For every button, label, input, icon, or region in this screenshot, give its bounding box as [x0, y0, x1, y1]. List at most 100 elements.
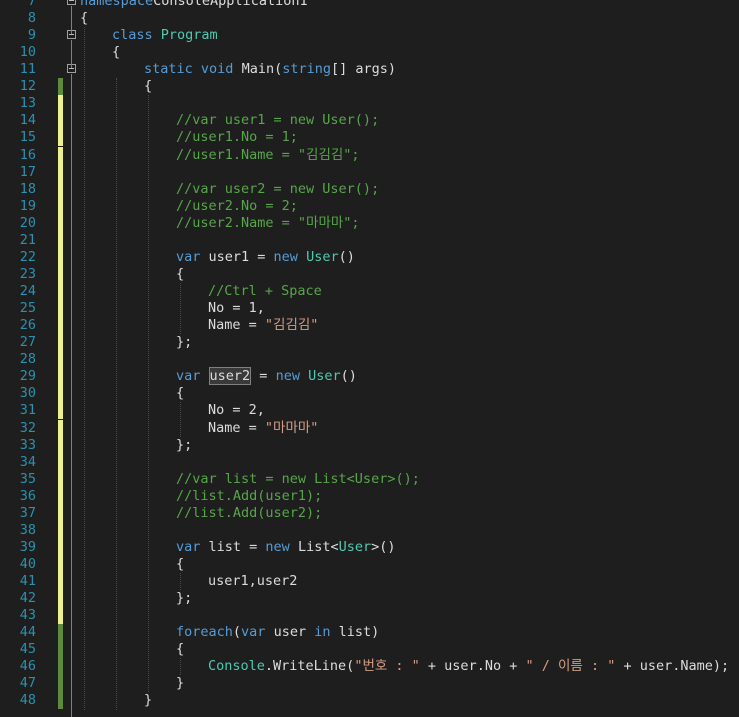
- code-line[interactable]: 45 {: [0, 641, 739, 659]
- code-text: //list.Add(user2);: [176, 505, 322, 522]
- code-text: static void Main(string[] args): [144, 61, 396, 78]
- code-line[interactable]: 32 Name = "마마마": [0, 419, 739, 437]
- unsaved-change-marker: [58, 283, 63, 301]
- unsaved-change-marker: [58, 317, 63, 335]
- code-line[interactable]: 27};: [0, 334, 739, 352]
- code-token: "김김김": [264, 317, 319, 334]
- code-token: new: [273, 248, 298, 265]
- code-token: void: [200, 61, 234, 78]
- code-text: var user2 = new User(): [176, 367, 357, 386]
- code-text: //user1.No = 1;: [176, 129, 298, 146]
- code-line[interactable]: 14 //var user1 = new User();: [0, 112, 739, 130]
- code-line[interactable]: 41 user1,user2: [0, 573, 739, 591]
- code-line[interactable]: 47}: [0, 675, 739, 693]
- code-line[interactable]: 40 {: [0, 555, 739, 573]
- unsaved-change-marker: [58, 351, 63, 369]
- code-line[interactable]: 29 var user2 = new User(): [0, 367, 739, 386]
- line-number: 38: [19, 521, 36, 538]
- code-line[interactable]: 7 namespaceConsoleApplication1: [0, 0, 739, 10]
- code-line[interactable]: 48}: [0, 692, 739, 710]
- saved-change-marker: [58, 692, 63, 710]
- code-line[interactable]: 31 No = 2,: [0, 402, 739, 420]
- line-number: 7: [27, 0, 36, 9]
- unsaved-change-marker: [58, 300, 63, 318]
- unsaved-change-marker: [58, 231, 63, 249]
- code-line[interactable]: 15 //user1.No = 1;: [0, 129, 739, 147]
- line-number: 19: [19, 197, 36, 214]
- unsaved-change-marker: [58, 180, 63, 198]
- indent-guide: [180, 658, 181, 676]
- code-line[interactable]: 43: [0, 607, 739, 625]
- code-line[interactable]: 24 //Ctrl + Space: [0, 283, 739, 301]
- code-token: };: [176, 590, 193, 607]
- code-text: var user1 = new User(): [176, 249, 355, 266]
- code-line[interactable]: 12 {: [0, 78, 739, 96]
- code-line[interactable]: 33};: [0, 436, 739, 454]
- code-line[interactable]: 39 var list = new List<User>(): [0, 538, 739, 556]
- code-line[interactable]: 13: [0, 95, 739, 113]
- code-line[interactable]: 23 {: [0, 265, 739, 283]
- line-number: 8: [27, 10, 36, 27]
- collapse-toggle-icon[interactable]: [67, 0, 76, 5]
- code-line[interactable]: 35 //var list = new List<User>();: [0, 470, 739, 488]
- code-token: user1,user2: [208, 573, 298, 590]
- line-number: 14: [19, 112, 36, 129]
- code-line[interactable]: 26 Name = "김김김": [0, 317, 739, 335]
- code-token: var: [241, 624, 266, 641]
- code-token: //user2.No = 2;: [176, 197, 298, 214]
- code-token: [] args): [331, 61, 397, 78]
- code-token: //var list = new List<User>();: [176, 470, 420, 487]
- unsaved-change-marker: [58, 265, 63, 283]
- code-line[interactable]: 20 //user2.Name = "마마마";: [0, 214, 739, 232]
- code-line[interactable]: 46 Console.WriteLine("번호 : " + user.No + …: [0, 658, 739, 676]
- code-token: }: [144, 692, 153, 709]
- saved-change-marker: [58, 658, 63, 676]
- code-token: No = 1,: [208, 300, 265, 317]
- line-number: 10: [19, 44, 36, 61]
- code-token: list): [330, 624, 380, 641]
- line-number: 36: [19, 487, 36, 504]
- code-token: {: [112, 44, 121, 61]
- unsaved-change-marker: [58, 521, 63, 539]
- line-number: 41: [19, 573, 36, 590]
- code-line[interactable]: 19 //user2.No = 2;: [0, 197, 739, 215]
- code-line[interactable]: 25 No = 1,: [0, 300, 739, 318]
- code-line[interactable]: 28: [0, 351, 739, 369]
- code-line[interactable]: 34: [0, 453, 739, 471]
- code-line[interactable]: 38: [0, 521, 739, 539]
- code-text: //user1.Name = "김김김";: [176, 147, 360, 164]
- code-line[interactable]: 44 foreach(var user in list): [0, 624, 739, 642]
- highlighted-identifier: user2: [208, 367, 252, 386]
- code-line[interactable]: 16 //user1.Name = "김김김";: [0, 146, 739, 164]
- line-number: 18: [19, 180, 36, 197]
- code-token: //list.Add(user2);: [176, 504, 323, 521]
- code-line[interactable]: 9 class Program: [0, 27, 739, 44]
- code-line[interactable]: 18 //var user2 = new User();: [0, 180, 739, 198]
- code-token: No = 2,: [208, 402, 265, 419]
- unsaved-change-marker: [58, 402, 63, 420]
- code-text: }: [144, 692, 152, 709]
- unsaved-change-marker: [58, 504, 63, 522]
- code-line[interactable]: 42};: [0, 590, 739, 608]
- line-number: 21: [19, 231, 36, 248]
- code-line[interactable]: 11 static void Main(string[] args): [0, 61, 739, 78]
- code-line[interactable]: 17: [0, 163, 739, 181]
- line-number: 30: [19, 385, 36, 402]
- code-line[interactable]: 30 {: [0, 385, 739, 403]
- unsaved-change-marker: [58, 248, 63, 266]
- line-number: 32: [19, 419, 36, 436]
- fold-region-line: [71, 74, 72, 717]
- fold-region-line: [71, 6, 72, 35]
- code-line[interactable]: 37 //list.Add(user2);: [0, 504, 739, 522]
- unsaved-change-marker: [58, 163, 63, 181]
- code-line[interactable]: 21: [0, 231, 739, 249]
- code-line[interactable]: 36 //list.Add(user1);: [0, 487, 739, 505]
- code-line[interactable]: 10 {: [0, 44, 739, 61]
- code-line[interactable]: 22 var user1 = new User(): [0, 248, 739, 266]
- code-line[interactable]: 8{: [0, 10, 739, 27]
- unsaved-change-marker: [58, 470, 63, 488]
- code-token: //list.Add(user1);: [176, 487, 323, 504]
